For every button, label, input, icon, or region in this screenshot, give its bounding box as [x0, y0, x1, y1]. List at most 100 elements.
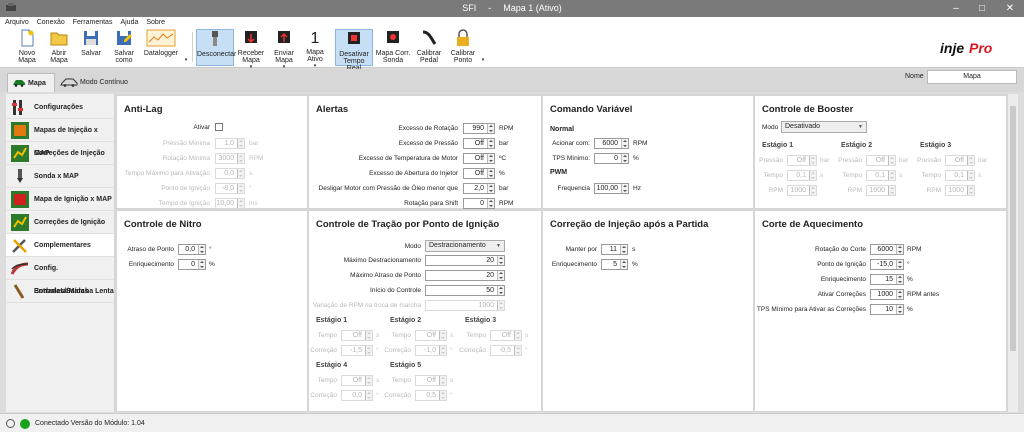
booster-s1-tempo-input[interactable]: 0,1	[787, 170, 817, 181]
tracao-s4-correcao-unit: °	[376, 392, 379, 399]
menu-arquivo[interactable]: Arquivo	[0, 17, 32, 28]
enviar-mapa-button[interactable]: Enviar Mapa ▾	[270, 29, 298, 70]
sidebar-item-configuracoes[interactable]: Configurações	[6, 96, 114, 119]
tracao-max-atraso-input[interactable]: 20	[425, 270, 505, 281]
scrollbar-thumb[interactable]	[1010, 106, 1016, 351]
alerta-shift-input[interactable]: 0	[463, 198, 495, 209]
booster-s3-pressao-input[interactable]: Off	[945, 155, 975, 166]
sidebar-item-mapa-ignicao[interactable]: Mapa de Ignição x MAP	[6, 188, 114, 211]
booster-s2-pressao-input[interactable]: Off	[866, 155, 896, 166]
name-input[interactable]: Mapa	[927, 70, 1017, 84]
salvar-button[interactable]: Salvar	[78, 29, 104, 66]
tracao-s4-correcao-input[interactable]: 0,0	[341, 390, 373, 401]
tracao-s2-tempo-input[interactable]: Off	[415, 330, 447, 341]
sidebar-item-complementares[interactable]: Complementares	[6, 234, 114, 257]
sidebar-item-config-entradas[interactable]: Config. Entradas/Saídas	[6, 257, 114, 295]
menu-ferramentas[interactable]: Ferramentas	[68, 17, 116, 28]
novo-mapa-button[interactable]: Novo Mapa	[14, 29, 40, 66]
tracao-s5-tempo-label: Tempo	[391, 377, 411, 384]
booster-s2-rpm-input[interactable]: 1000	[866, 185, 896, 196]
datalogger-button[interactable]: Datalogger	[143, 29, 179, 66]
antilag-ponto-input[interactable]: -8,0	[215, 183, 245, 194]
tracao-max-destracionamento-input[interactable]: 20	[425, 255, 505, 266]
desativar-tempo-real-button[interactable]: Desativar Tempo Real	[335, 29, 373, 72]
aquec-enriquecimento-input[interactable]: 15	[870, 274, 904, 285]
tracao-s3-tempo-unit: s	[525, 332, 529, 339]
sidebar-item-borboleta[interactable]: Borboleta/Marcha Lenta	[6, 280, 114, 303]
tracao-s2-correcao-label: Correção	[384, 347, 411, 354]
mapa-corr-sonda-button[interactable]: Mapa Corr. Sonda	[375, 29, 411, 66]
tracao-variacao-rpm-input[interactable]: 1000	[425, 300, 505, 311]
toolbar-separator	[192, 32, 193, 62]
booster-s3-tempo-unit: s	[978, 172, 982, 179]
calibrar-pedal-button[interactable]: Calibrar Pedal	[414, 29, 444, 66]
booster-s1-pressao-label: Pressão	[759, 157, 783, 164]
aquec-ponto-input[interactable]: -15,0	[870, 259, 904, 270]
tracao-s1-correcao-input[interactable]: -1,5	[341, 345, 373, 356]
tracao-s3-tempo-input[interactable]: Off	[490, 330, 522, 341]
menu-sobre[interactable]: Sobre	[141, 17, 168, 28]
sidebar-item-sonda-map[interactable]: Sonda x MAP	[6, 165, 114, 188]
acionar-input[interactable]: 6000	[594, 138, 629, 149]
tps-minimo-input[interactable]: 0	[594, 153, 629, 164]
name-label: Nome	[905, 73, 924, 80]
receber-mapa-button[interactable]: Receber Mapa ▾	[237, 29, 265, 70]
alerta-rotacao-input[interactable]: 990	[463, 123, 495, 134]
mapa-ativo-button[interactable]: 1 Mapa Ativo ▾	[302, 29, 328, 69]
tracao-stage-1-label: Estágio 1	[316, 317, 348, 324]
abrir-mapa-button[interactable]: Abrir Mapa	[46, 29, 72, 66]
manter-por-input[interactable]: 11	[601, 244, 628, 255]
antilag-ativar-checkbox[interactable]	[215, 123, 223, 131]
tracao-s2-correcao-input[interactable]: -1,0	[415, 345, 447, 356]
booster-s1-pressao-input[interactable]: Off	[787, 155, 817, 166]
partida-enriquecimento-input[interactable]: 5	[601, 259, 628, 270]
toolbar-overflow-icon[interactable]: ▾	[183, 29, 189, 66]
tracao-modo-select[interactable]: Destracionamento ▼	[425, 240, 505, 252]
sidebar-item-mapas-injecao[interactable]: Mapas de Injeção x MAP	[6, 119, 114, 157]
menu-ajuda[interactable]: Ajuda	[115, 17, 141, 28]
tracao-s4-tempo-input[interactable]: Off	[341, 375, 373, 386]
nitro-enriquecimento-input[interactable]: 0	[178, 259, 206, 270]
booster-s3-tempo-input[interactable]: 0,1	[945, 170, 975, 181]
alerta-temperatura-input[interactable]: Off	[463, 153, 495, 164]
tracao-s5-tempo-input[interactable]: Off	[415, 375, 447, 386]
tab-modo-continuo[interactable]: Modo Contínuo	[58, 73, 138, 92]
datalogger-icon	[146, 29, 176, 47]
booster-s2-tempo-input[interactable]: 0,1	[866, 170, 896, 181]
salvar-como-button[interactable]: Salvar como	[109, 29, 139, 66]
ativar-correcoes-input[interactable]: 1000	[870, 289, 904, 300]
vertical-scrollbar[interactable]	[1008, 94, 1018, 412]
booster-s1-rpm-input[interactable]: 1000	[787, 185, 817, 196]
tracao-s1-tempo-input[interactable]: Off	[341, 330, 373, 341]
toolbar-overflow-icon-2[interactable]: ▾	[480, 29, 486, 66]
booster-modo-select[interactable]: Desativado ▼	[781, 121, 867, 133]
sidebar-item-correcoes-injecao[interactable]: Correções de Injeção	[6, 142, 114, 165]
antilag-tempo-ignicao-input[interactable]: 10,00	[215, 198, 245, 209]
tracao-s5-correcao-input[interactable]: 0,5	[415, 390, 447, 401]
minimize-icon[interactable]: –	[944, 0, 968, 17]
aquec-ponto-unit: °	[907, 261, 910, 268]
rotacao-corte-input[interactable]: 6000	[870, 244, 904, 255]
antilag-pressao-input[interactable]: 1,0	[215, 138, 245, 149]
tracao-inicio-input[interactable]: 50	[425, 285, 505, 296]
nitro-atraso-label: Atraso de Ponto	[127, 246, 174, 253]
alerta-oleo-input[interactable]: 2,0	[463, 183, 495, 194]
alerta-pressao-input[interactable]: Off	[463, 138, 495, 149]
calibrar-ponto-button[interactable]: Calibrar Ponto	[448, 29, 478, 66]
close-icon[interactable]: ✕	[996, 0, 1024, 17]
frequencia-input[interactable]: 100,00	[594, 183, 629, 194]
tab-mapa[interactable]: Mapa	[7, 73, 55, 92]
maximize-icon[interactable]: □	[970, 0, 994, 17]
antilag-tempo-input[interactable]: 0,0	[215, 168, 245, 179]
alerta-injetor-input[interactable]: Off	[463, 168, 495, 179]
menu-conexao[interactable]: Conexão	[32, 17, 68, 28]
tracao-s3-correcao-input[interactable]: -0,5	[490, 345, 522, 356]
tps-ativar-correcoes-input[interactable]: 10	[870, 304, 904, 315]
desconectar-button[interactable]: Desconectar	[196, 29, 236, 66]
antilag-tempo-ignicao-label: Tempo de Ignição	[158, 200, 210, 207]
nitro-atraso-input[interactable]: 0,0	[178, 244, 206, 255]
booster-s3-rpm-input[interactable]: 1000	[945, 185, 975, 196]
sidebar-item-correcoes-ignicao[interactable]: Correções de Ignição	[6, 211, 114, 234]
antilag-rotacao-input[interactable]: 3000	[215, 153, 245, 164]
manter-por-unit: s	[632, 246, 636, 253]
